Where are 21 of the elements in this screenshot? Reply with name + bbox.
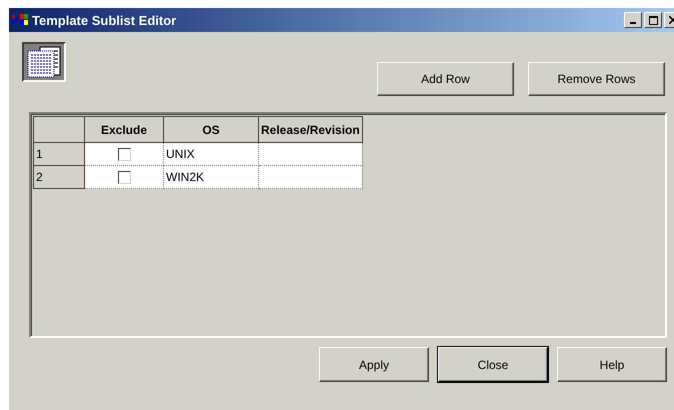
app-icon xyxy=(12,13,28,27)
checkbox[interactable] xyxy=(118,171,130,184)
minimize-button[interactable] xyxy=(624,12,642,28)
toolbar-button[interactable]: Add Row xyxy=(377,62,514,96)
maximize-button[interactable] xyxy=(644,12,662,28)
row-header[interactable]: 2 xyxy=(34,166,84,188)
table-cell: UNIX xyxy=(164,142,258,166)
checkbox[interactable] xyxy=(118,148,130,162)
column-header[interactable]: OS xyxy=(164,116,258,142)
maximize-icon xyxy=(648,16,658,24)
dialog-button[interactable]: Apply xyxy=(319,347,429,382)
column-header[interactable]: Exclude xyxy=(84,116,164,142)
dialog-button[interactable]: Close xyxy=(438,347,548,382)
row-header[interactable]: 1 xyxy=(34,142,84,166)
window-title: Template Sublist Editor xyxy=(32,12,178,28)
corner-header xyxy=(34,116,84,142)
column-header[interactable]: Release/Revision xyxy=(258,116,362,142)
dialog-button[interactable]: Help xyxy=(557,347,667,382)
document-icon[interactable] xyxy=(22,42,66,82)
table-cell: WIN2K xyxy=(164,166,258,188)
toolbar-button[interactable]: Remove Rows xyxy=(528,62,665,96)
